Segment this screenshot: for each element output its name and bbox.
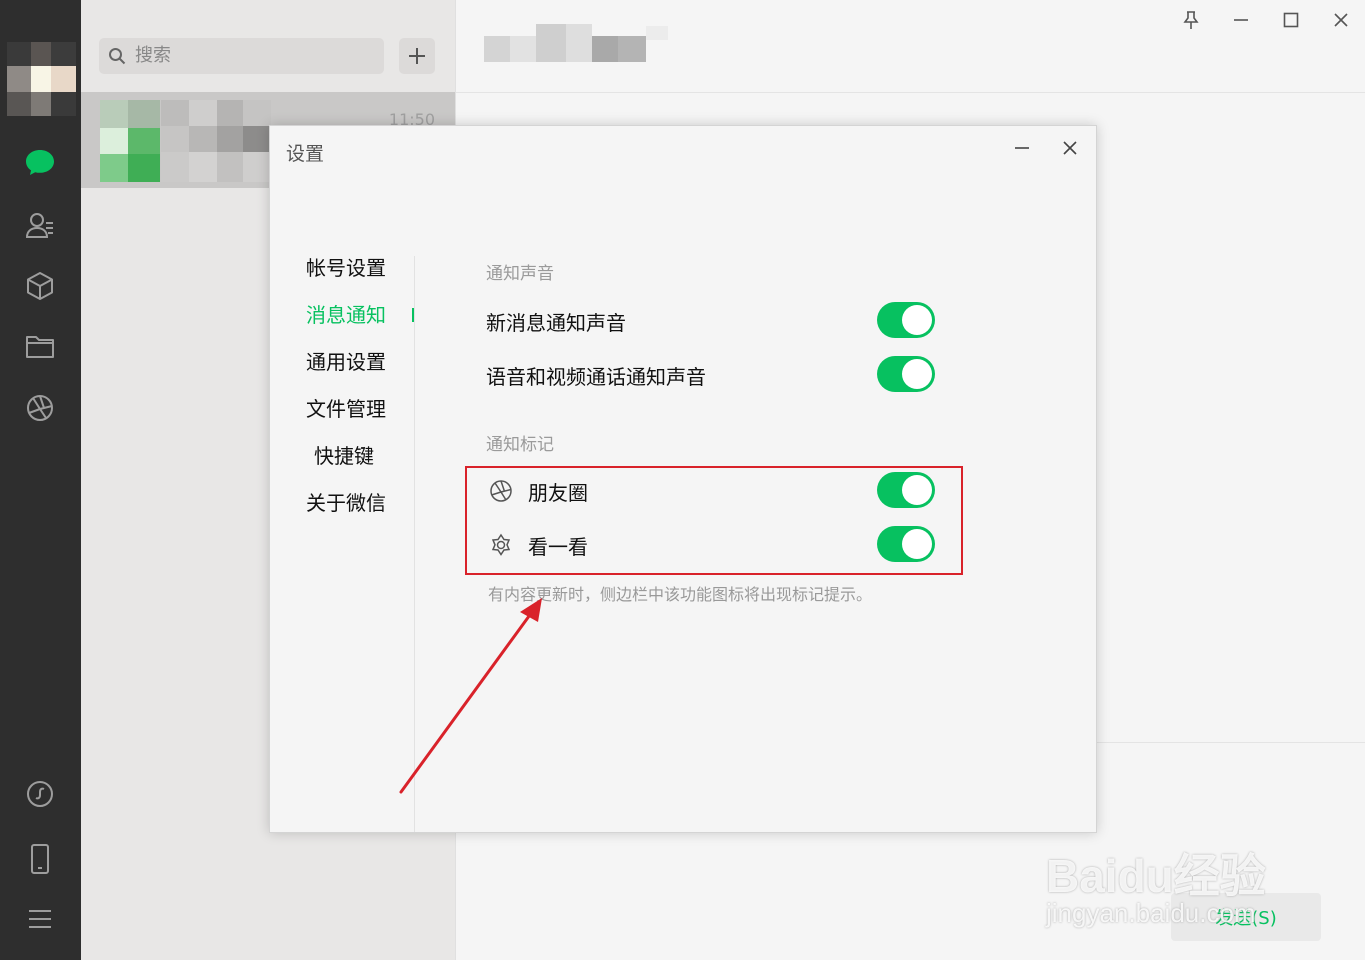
watermark-brand: Baidu经验: [1046, 850, 1266, 902]
baidu-watermark: Baidu经验 jingyan.baidu.com: [1040, 810, 1300, 930]
watermark-url: jingyan.baidu.com: [1046, 898, 1256, 928]
